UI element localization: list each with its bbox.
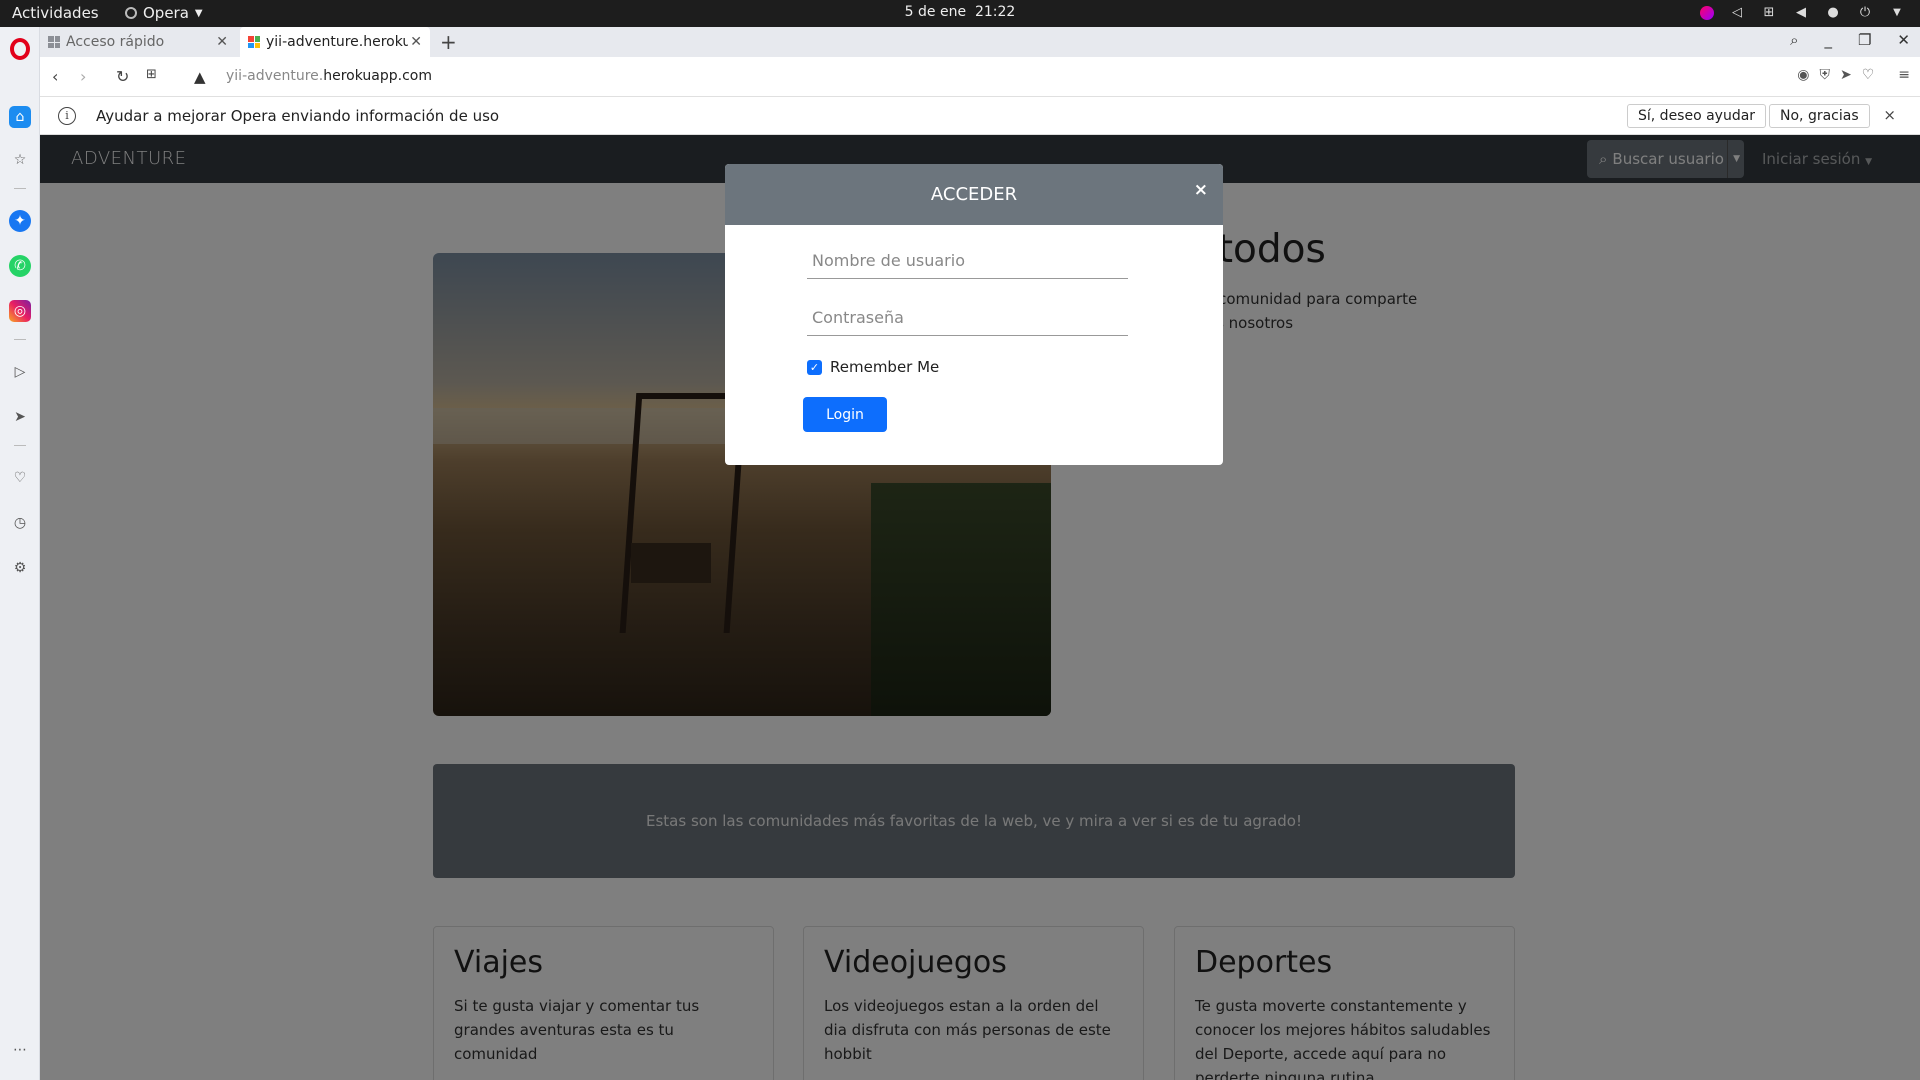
network-icon[interactable]: ⊞: [1760, 4, 1778, 22]
tab-yii-adventure[interactable]: yii-adventure.herokuapp.com ✕: [240, 27, 430, 57]
heart-icon[interactable]: ♡: [1862, 67, 1875, 83]
settings-icon[interactable]: ⚙: [9, 557, 31, 579]
close-icon[interactable]: ×: [1883, 106, 1896, 124]
sidebar-divider: [14, 445, 26, 446]
modal-header: ACCEDER ×: [725, 164, 1223, 225]
tab-strip: Acceso rápido ✕ yii-adventure.herokuapp.…: [40, 27, 1920, 57]
info-message: Ayudar a mejorar Opera enviando informac…: [96, 107, 500, 125]
caret-down-icon: ▼: [194, 7, 203, 19]
home-icon[interactable]: ⌂: [9, 106, 31, 128]
tab-grid-icon[interactable]: ⊞: [146, 67, 157, 82]
decline-help-button[interactable]: No, gracias: [1769, 104, 1870, 128]
sidebar-divider: [14, 188, 26, 189]
new-tab-icon[interactable]: +: [440, 30, 457, 54]
site-favicon-icon: [248, 36, 260, 48]
camera-icon[interactable]: ◉: [1797, 67, 1809, 83]
speed-dial-icon: [48, 36, 60, 48]
system-tray[interactable]: ◁ ⊞ ◀ ● ⏻ ▼: [1700, 4, 1906, 22]
minimize-icon[interactable]: _: [1824, 31, 1832, 49]
heart-icon[interactable]: ♡: [9, 467, 31, 489]
opera-logo-icon[interactable]: [10, 38, 30, 60]
address-bar-actions: ◉ ⛨ ➤ ♡ ≡: [1797, 67, 1910, 83]
info-icon: i: [58, 107, 76, 125]
window-controls: ⌕ _ ❐ ✕: [1790, 31, 1910, 49]
url-subdomain: yii-adventure.: [226, 68, 324, 84]
back-icon[interactable]: ‹: [52, 67, 58, 86]
power-icon[interactable]: ⏻: [1856, 4, 1874, 22]
date-label[interactable]: 5 de ene: [905, 4, 966, 20]
clock: 5 de ene 21:22: [0, 4, 1920, 20]
close-icon[interactable]: ×: [1194, 180, 1208, 200]
address-bar: ‹ › ↻ ⊞ ▲ yii-adventure.herokuapp.com ◉ …: [40, 57, 1920, 97]
url-domain: herokuapp.com: [323, 68, 432, 84]
close-tab-icon[interactable]: ✕: [216, 34, 228, 50]
chevron-down-icon[interactable]: ▼: [1888, 4, 1906, 22]
whatsapp-icon[interactable]: ✆: [9, 255, 31, 277]
forward-icon[interactable]: ›: [80, 67, 86, 86]
tab-quick-access[interactable]: Acceso rápido ✕: [40, 27, 236, 57]
player-icon[interactable]: ▷: [9, 361, 31, 383]
search-tabs-icon[interactable]: ⌕: [1790, 31, 1798, 49]
accept-help-button[interactable]: Sí, deseo ayudar: [1627, 104, 1767, 128]
close-tab-icon[interactable]: ✕: [410, 34, 422, 50]
system-top-bar: Actividades Opera ▼ 5 de ene 21:22 ◁ ⊞ ◀…: [0, 0, 1920, 27]
app-menu[interactable]: Opera ▼: [125, 4, 203, 22]
reload-icon[interactable]: ↻: [116, 67, 129, 86]
remember-me-label[interactable]: Remember Me: [830, 358, 939, 376]
instagram-icon[interactable]: ◎: [9, 300, 31, 322]
web-page: ADVENTURE ⌕ Buscar usuario ▼ Iniciar ses…: [40, 135, 1920, 1080]
password-field[interactable]: [807, 294, 1128, 336]
restore-icon[interactable]: ❐: [1858, 31, 1871, 49]
app-menu-label: Opera: [143, 4, 189, 22]
opera-info-bar: i Ayudar a mejorar Opera enviando inform…: [40, 97, 1920, 135]
send-icon[interactable]: ➤: [1840, 67, 1852, 83]
opera-app-icon: [125, 7, 137, 19]
volume-icon[interactable]: ◀: [1792, 4, 1810, 22]
username-field[interactable]: [807, 237, 1128, 279]
time-label[interactable]: 21:22: [975, 4, 1015, 20]
color-picker-icon[interactable]: [1700, 6, 1714, 20]
close-window-icon[interactable]: ✕: [1897, 31, 1910, 49]
messenger-icon[interactable]: ✦: [9, 210, 31, 232]
more-icon[interactable]: ⋯: [9, 1039, 31, 1061]
warning-icon[interactable]: ▲: [194, 68, 206, 86]
send-icon[interactable]: ➤: [9, 406, 31, 428]
tab-label: yii-adventure.herokuapp.com: [266, 34, 408, 50]
tab-label: Acceso rápido: [66, 34, 165, 50]
menu-icon[interactable]: ≡: [1898, 67, 1910, 83]
star-icon[interactable]: ☆: [9, 149, 31, 171]
shield-icon[interactable]: ⛨: [1819, 67, 1830, 83]
opera-sidebar: ⌂ ☆ ✦ ✆ ◎ ▷ ➤ ♡ ◷ ⚙ ⋯: [0, 27, 40, 1080]
login-button[interactable]: Login: [803, 397, 887, 432]
history-icon[interactable]: ◷: [9, 512, 31, 534]
url-field[interactable]: yii-adventure.herokuapp.com: [226, 68, 432, 84]
login-modal: ACCEDER × ✓ Remember Me Login: [725, 164, 1223, 465]
activities-button[interactable]: Actividades: [12, 4, 99, 22]
speaker-muted-icon[interactable]: ◁: [1728, 4, 1746, 22]
sidebar-divider: [14, 339, 26, 340]
microphone-icon[interactable]: ●: [1824, 4, 1842, 22]
remember-me-checkbox[interactable]: ✓: [807, 360, 822, 375]
modal-title: ACCEDER: [930, 184, 1018, 205]
